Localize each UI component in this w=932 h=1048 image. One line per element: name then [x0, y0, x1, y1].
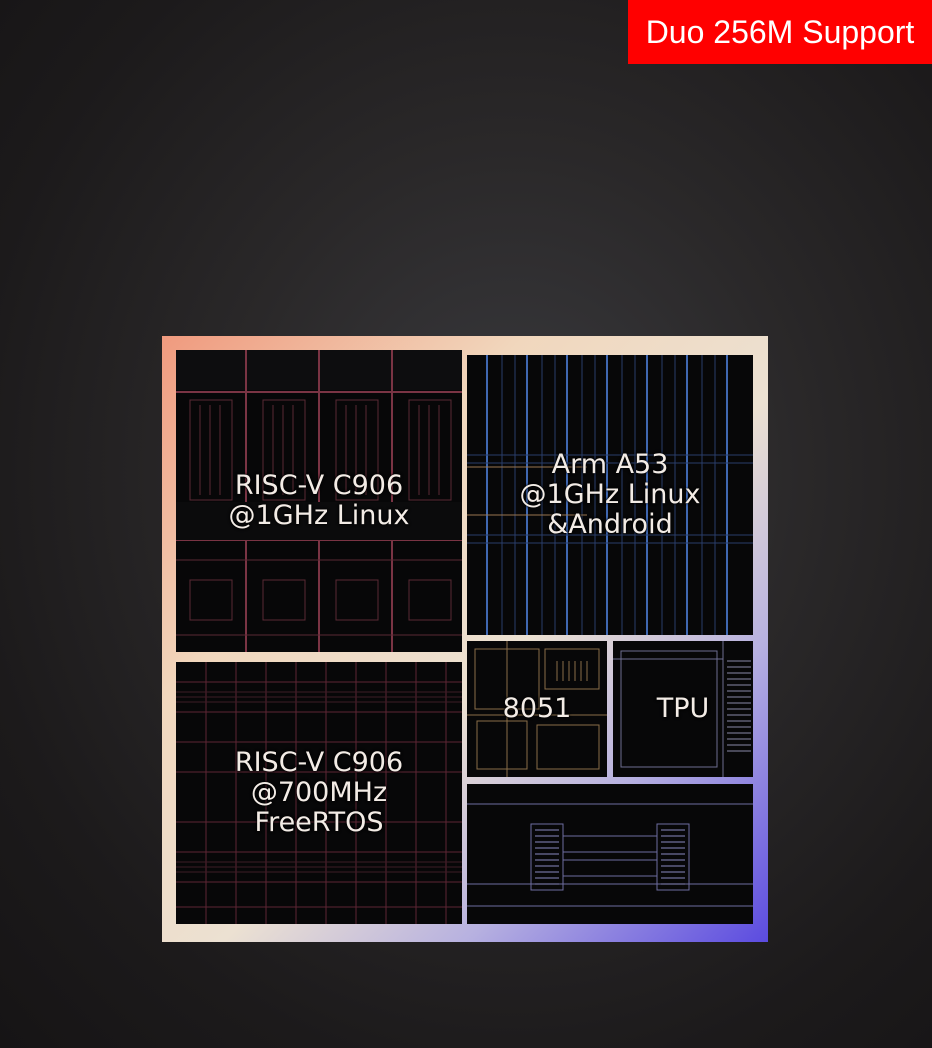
- block-memory: [467, 784, 753, 924]
- label-8051: 8051: [502, 693, 572, 724]
- block-riscv-c906-700mhz: RISC-V C906 @700MHz FreeRTOS: [176, 662, 462, 924]
- label-riscv-c906-1ghz: RISC-V C906 @1GHz Linux: [228, 470, 410, 531]
- block-tpu: TPU: [613, 641, 753, 777]
- block-riscv-c906-1ghz: RISC-V C906 @1GHz Linux: [176, 350, 462, 652]
- label-tpu: TPU: [656, 693, 710, 724]
- chip-diagram: RISC-V C906 @1GHz Linux Arm A53 @1GHz Li…: [162, 336, 768, 942]
- label-memory: [467, 784, 753, 924]
- label-riscv-c906-700mhz: RISC-V C906 @700MHz FreeRTOS: [234, 747, 404, 838]
- block-8051: 8051: [467, 641, 607, 777]
- block-arm-a53: Arm A53 @1GHz Linux &Android: [467, 355, 753, 635]
- label-arm-a53: Arm A53 @1GHz Linux &Android: [519, 449, 701, 540]
- support-badge: Duo 256M Support: [628, 0, 932, 64]
